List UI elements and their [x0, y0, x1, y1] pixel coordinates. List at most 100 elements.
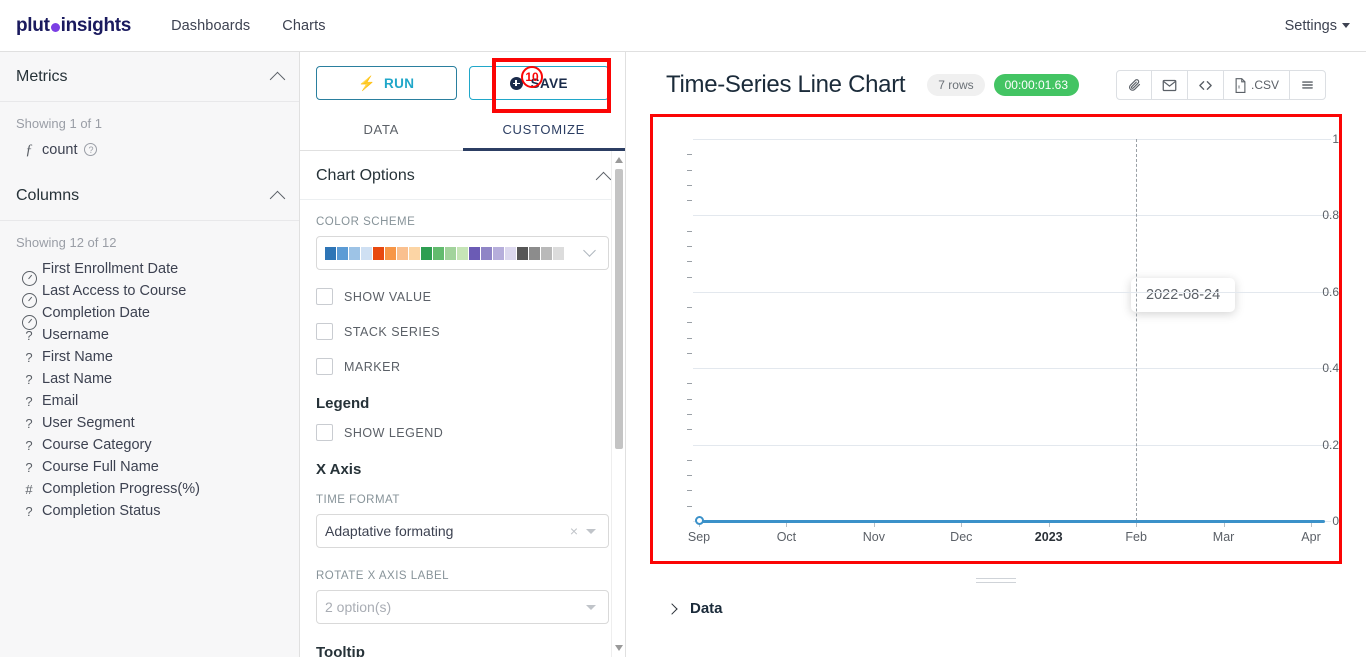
chevron-down-icon[interactable] — [586, 528, 596, 534]
settings-menu[interactable]: Settings — [1285, 18, 1350, 34]
scroll-up-arrow-icon[interactable] — [615, 157, 623, 163]
rotate-x-axis-select[interactable]: 2 option(s) — [316, 590, 609, 624]
checkbox-box[interactable] — [316, 358, 333, 375]
settings-label: Settings — [1284, 17, 1337, 34]
checkbox-label: SHOW VALUE — [344, 289, 432, 304]
chart-plot-frame: 2022-08-24 0 0.2 0.4 0.6 0.8 1 Sep Oct Nov Dec 202… — [650, 114, 1342, 564]
email-icon[interactable] — [1152, 71, 1188, 99]
app-logo[interactable]: plut insights — [16, 15, 131, 37]
column-label: Completion Status — [42, 503, 161, 519]
nav-link-dashboards[interactable]: Dashboards — [171, 18, 250, 34]
x-axis-tick — [1136, 522, 1138, 527]
series-line[interactable] — [699, 520, 1325, 523]
top-navbar: plut insights Dashboards Charts Settings — [0, 0, 1366, 52]
y-axis-minor-tick — [687, 398, 692, 400]
chart-control-panel: ⚡ RUN SAVE DATA CUSTOMIZE Chart Options — [300, 52, 626, 657]
metric-item-count[interactable]: ƒ count ? — [0, 139, 299, 161]
color-swatch — [361, 246, 372, 260]
metrics-showing-count: Showing 1 of 1 — [16, 116, 103, 131]
metrics-panel-header[interactable]: Metrics — [0, 52, 299, 102]
y-axis-minor-tick — [687, 459, 692, 461]
checkbox-label: MARKER — [344, 359, 401, 374]
chevron-up-icon[interactable] — [595, 171, 612, 187]
color-swatch — [349, 246, 360, 260]
csv-export-button[interactable]: x .CSV — [1224, 71, 1290, 99]
checkbox-marker[interactable]: MARKER — [316, 358, 609, 375]
color-swatch — [373, 246, 384, 260]
number-icon: # — [25, 481, 33, 497]
checkbox-box[interactable] — [316, 288, 333, 305]
color-swatch — [457, 246, 468, 260]
data-section-label: Data — [690, 600, 723, 617]
column-item[interactable]: Completion Date — [0, 302, 299, 330]
tab-data[interactable]: DATA — [300, 110, 463, 151]
color-swatch — [433, 246, 444, 260]
x-axis-tick — [873, 522, 875, 527]
column-item[interactable]: ? Username — [0, 324, 299, 346]
panel-scrollbar[interactable] — [611, 151, 625, 657]
scrollbar-thumb[interactable] — [615, 169, 623, 449]
color-swatch — [517, 246, 528, 260]
help-icon[interactable]: ? — [84, 142, 98, 156]
x-axis-tick — [1048, 522, 1050, 527]
column-item[interactable]: ? Course Category — [0, 434, 299, 456]
column-item[interactable]: # Completion Progress(%) — [0, 478, 299, 500]
logo-text-post: insights — [60, 14, 132, 36]
columns-showing-count: Showing 12 of 12 — [16, 235, 117, 250]
color-swatch — [325, 246, 336, 260]
code-icon[interactable] — [1188, 71, 1224, 99]
data-section-toggle[interactable]: Data — [650, 586, 1342, 617]
column-item[interactable]: Last Access to Course — [0, 280, 299, 308]
column-item[interactable]: First Enrollment Date — [0, 258, 299, 286]
y-axis-minor-tick — [687, 337, 692, 339]
color-swatch — [493, 246, 504, 260]
y-axis-minor-tick — [687, 322, 692, 324]
nav-link-charts[interactable]: Charts — [282, 18, 325, 34]
handle-line — [976, 582, 1016, 583]
column-item[interactable]: ? First Name — [0, 346, 299, 368]
x-axis-group-title: X Axis — [316, 461, 362, 478]
columns-panel-header[interactable]: Columns — [0, 171, 299, 221]
column-label: Completion Date — [42, 305, 150, 321]
chevron-down-icon[interactable] — [586, 604, 596, 610]
resize-handle[interactable] — [976, 578, 1016, 586]
y-axis-minor-tick — [687, 505, 692, 507]
link-icon[interactable] — [1117, 71, 1152, 99]
tab-customize[interactable]: CUSTOMIZE — [462, 110, 625, 151]
run-button[interactable]: ⚡ RUN — [316, 66, 457, 100]
y-axis-minor-tick — [687, 154, 692, 156]
x-axis-tick-label: Oct — [776, 530, 797, 544]
column-item[interactable]: ? Email — [0, 390, 299, 412]
scroll-down-arrow-icon[interactable] — [615, 645, 623, 651]
y-axis-minor-tick — [687, 414, 692, 416]
chevron-up-icon[interactable] — [269, 190, 286, 207]
logo-dot-icon — [50, 23, 60, 32]
tooltip-group-title: Tooltip — [316, 644, 365, 657]
clear-icon[interactable]: × — [570, 523, 586, 539]
y-axis-tick-label: 1 — [1332, 132, 1339, 146]
chart-options-header[interactable]: Chart Options — [300, 151, 625, 200]
column-item[interactable]: ? User Segment — [0, 412, 299, 434]
color-scheme-select[interactable] — [316, 236, 609, 270]
checkbox-stack-series[interactable]: STACK SERIES — [316, 323, 609, 340]
dataset-sidebar: Metrics Showing 1 of 1 ƒ count ? Columns… — [0, 52, 300, 657]
color-swatch — [409, 246, 420, 260]
time-format-select[interactable]: Adaptative formating × — [316, 514, 609, 548]
column-item[interactable]: ? Completion Status — [0, 500, 299, 522]
chart-plot[interactable]: 2022-08-24 0 0.2 0.4 0.6 0.8 1 Sep Oct Nov Dec 202… — [653, 117, 1339, 561]
column-item[interactable]: ? Last Name — [0, 368, 299, 390]
string-icon: ? — [25, 459, 33, 475]
time-format-value: Adaptative formating — [325, 523, 454, 539]
checkbox-show-value[interactable]: SHOW VALUE — [316, 288, 609, 305]
chevron-up-icon[interactable] — [269, 71, 286, 88]
chevron-down-icon[interactable] — [583, 243, 596, 257]
checkbox-show-legend[interactable]: SHOW LEGEND — [316, 424, 609, 441]
y-axis-minor-tick — [687, 475, 692, 477]
x-axis-tick-label: Nov — [862, 530, 885, 544]
checkbox-box[interactable] — [316, 424, 333, 441]
column-item[interactable]: ? Course Full Name — [0, 456, 299, 478]
x-axis-tick-label: Feb — [1125, 530, 1147, 544]
series-point-marker[interactable] — [695, 516, 704, 525]
menu-icon[interactable] — [1290, 71, 1325, 99]
checkbox-box[interactable] — [316, 323, 333, 340]
